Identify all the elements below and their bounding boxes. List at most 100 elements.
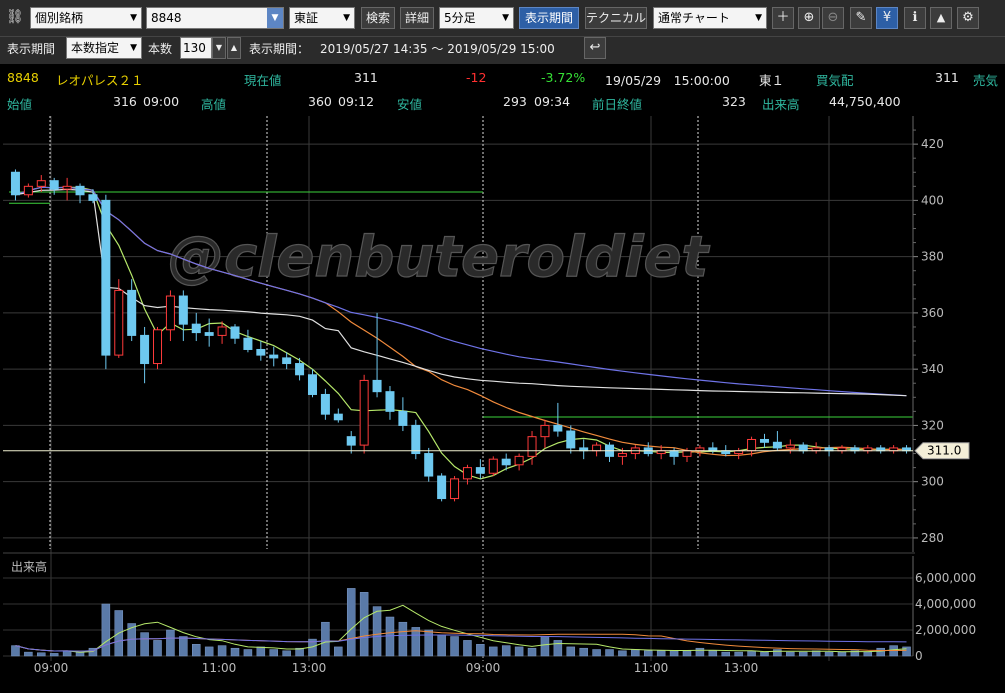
low-label: 安値	[397, 97, 423, 112]
volume-bar	[682, 650, 692, 657]
code-input[interactable]: 8848 ▼	[146, 7, 284, 29]
chart-type-select[interactable]: 通常チャート ▼	[653, 7, 767, 29]
volume-bar	[411, 627, 421, 657]
quote-panel: 8848 レオパレス２１ 現在値 311 -12 -3.72% 19/05/29…	[0, 64, 1005, 116]
volume-bar	[553, 640, 563, 657]
candle	[772, 441, 782, 449]
count-up-button[interactable]: ▲	[227, 37, 241, 59]
price-tick-label: 340	[921, 362, 944, 376]
link-icon[interactable]: ⛓	[6, 7, 24, 29]
open-value: 316	[113, 94, 137, 109]
candle	[153, 329, 163, 365]
chevron-down-icon: ▼	[130, 43, 137, 53]
info-icon[interactable]: ℹ	[904, 7, 926, 29]
candle	[475, 467, 485, 474]
price-change: -12	[466, 70, 487, 85]
volume-bar	[243, 649, 253, 657]
crosshair-icon[interactable]: ＋	[772, 7, 794, 29]
candle	[256, 348, 266, 356]
price-tick-label: 300	[921, 475, 944, 489]
volume-bar	[450, 636, 459, 657]
candle	[217, 326, 227, 336]
volume-bar	[540, 636, 550, 657]
volume-bar	[49, 653, 59, 657]
volume-bar	[824, 651, 834, 657]
interval-select[interactable]: 5分足 ▼	[439, 7, 514, 29]
zoom-in-icon[interactable]: ⊕	[798, 7, 820, 29]
candle	[204, 332, 214, 336]
stock-name: レオパレス２１	[56, 73, 144, 88]
candle	[307, 374, 317, 395]
candle	[191, 323, 201, 334]
count-down-button[interactable]: ▼	[212, 37, 226, 59]
candle	[320, 393, 330, 415]
volume-bar	[256, 646, 266, 657]
volume-bar	[837, 651, 847, 657]
pencil-icon[interactable]: ✎	[850, 7, 872, 29]
count-input[interactable]: 130	[180, 37, 212, 59]
candle	[10, 171, 20, 196]
candle	[230, 326, 240, 339]
chart-area[interactable]: @clenbuteroldiet 420 400 380 360 340 320 300 28…	[3, 116, 1005, 693]
price-tick-label: 380	[921, 250, 944, 264]
candle	[501, 458, 511, 466]
price-change-pct: -3.72%	[541, 70, 586, 85]
candle	[140, 334, 150, 365]
prev-close-value: 323	[722, 94, 746, 109]
volume-bar	[192, 644, 201, 657]
candle	[333, 413, 343, 421]
volume-bar	[359, 592, 369, 657]
detail-button[interactable]: 詳細	[400, 7, 434, 29]
dropdown-button[interactable]: ▼	[267, 8, 283, 28]
candle	[385, 391, 395, 412]
price-tick-label: 280	[921, 531, 944, 545]
wrench-icon[interactable]: ⚙	[957, 7, 979, 29]
price-tick-label: 400	[921, 193, 944, 207]
range-value: 2019/05/27 14:35 〜 2019/05/29 15:00	[320, 42, 555, 56]
zoom-out-icon[interactable]: ⊖	[822, 7, 844, 29]
yen-icon[interactable]: ¥	[876, 7, 898, 29]
search-button[interactable]: 検索	[361, 7, 395, 29]
candle	[553, 424, 563, 432]
price-chart[interactable]: @clenbuteroldiet 42040038036034032030028…	[3, 116, 1005, 693]
candle	[540, 424, 550, 438]
time-axis-label: 13:00	[724, 661, 759, 675]
exchange: 東１	[759, 73, 785, 88]
period-button[interactable]: 表示期間	[519, 7, 579, 29]
volume-bar	[773, 649, 782, 657]
return-icon[interactable]: ↩	[584, 37, 606, 59]
candle	[785, 444, 795, 449]
volume-bar	[721, 651, 730, 657]
candle	[682, 450, 692, 457]
mode-select[interactable]: 個別銘柄 ▼	[30, 7, 142, 29]
volume-bar	[631, 649, 640, 657]
main-toolbar: ⛓ 個別銘柄 ▼ 8848 ▼ 東証 ▼ 検索 詳細 5分足 ▼ 表示期間 テクニカル…	[0, 0, 1005, 37]
high-time: 09:12	[338, 94, 375, 109]
candle	[346, 436, 356, 446]
volume-bar	[747, 650, 756, 657]
candle	[282, 357, 292, 365]
period-toolbar: 表示期間 本数指定 ▼ 本数 130 ▼ ▲ 表示期間： 2019/05/27 1…	[0, 37, 1005, 64]
volume-bar	[708, 650, 718, 657]
technical-button[interactable]: テクニカル	[585, 7, 647, 29]
market-select[interactable]: 東証 ▼	[289, 7, 355, 29]
candle	[114, 289, 124, 356]
chevron-down-icon: ▼	[130, 13, 137, 23]
open-time: 09:00	[143, 94, 180, 109]
volume-bar	[140, 632, 149, 657]
area-chart-icon[interactable]: ▲	[930, 7, 952, 29]
high-label: 高値	[201, 97, 227, 112]
volume-bar	[527, 647, 537, 657]
volume-bar	[566, 646, 576, 657]
volume-bar	[656, 650, 666, 657]
volume-tick-label: 6,000,000	[915, 571, 976, 585]
period-label: 表示期間	[7, 42, 56, 56]
volume-bar	[424, 629, 433, 657]
bid-label: 買気配	[816, 73, 854, 88]
volume-bar	[166, 629, 175, 657]
candle	[617, 453, 627, 457]
volume-bar	[230, 647, 240, 657]
period-mode-select[interactable]: 本数指定 ▼	[66, 37, 142, 59]
candle	[127, 289, 137, 336]
time-axis-label: 09:00	[466, 661, 501, 675]
